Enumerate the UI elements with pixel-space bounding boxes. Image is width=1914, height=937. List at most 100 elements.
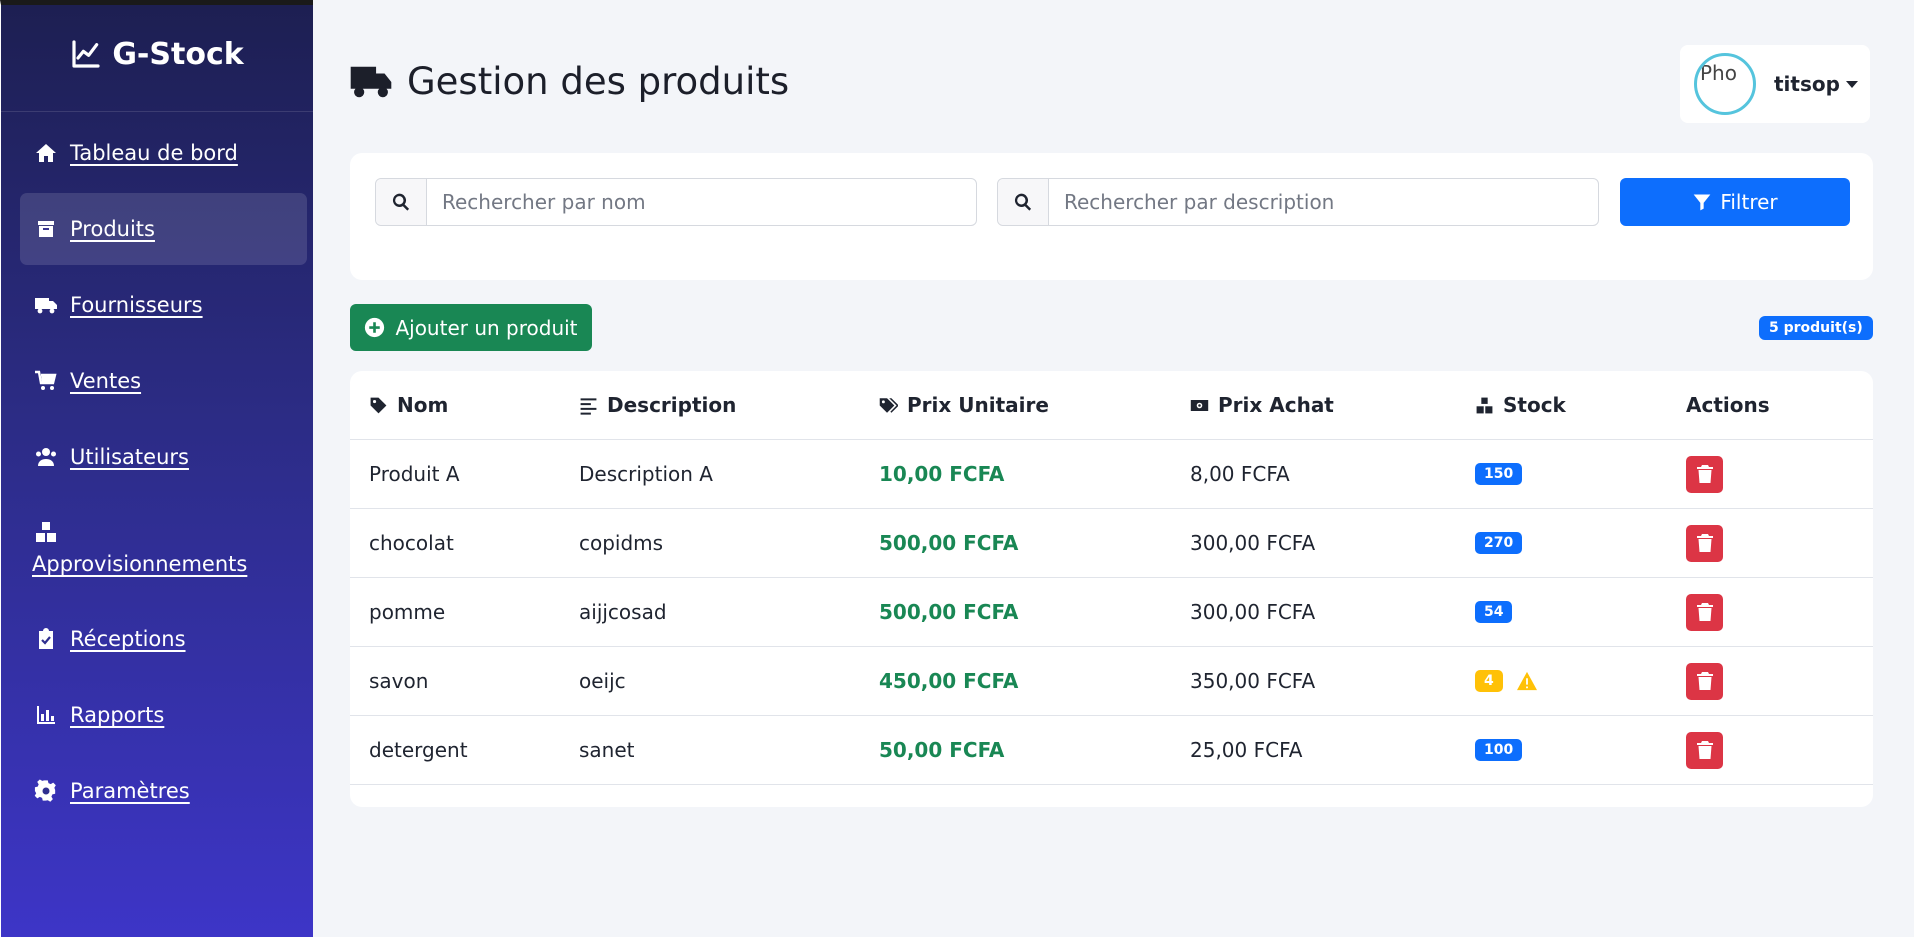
- column-header-actions: Actions: [1686, 393, 1866, 417]
- products-table: Nom Description Prix Unitaire Prix Achat…: [350, 371, 1873, 807]
- column-label: Stock: [1503, 393, 1566, 417]
- tag-icon: [370, 397, 387, 413]
- cell-prix-achat: 350,00 FCFA: [1190, 669, 1316, 693]
- add-product-label: Ajouter un produit: [395, 315, 578, 340]
- delete-button[interactable]: [1686, 455, 1723, 493]
- box-icon: [38, 221, 54, 237]
- delete-button[interactable]: [1686, 593, 1723, 631]
- stock-badge: 100: [1475, 739, 1523, 761]
- cell-description: oeijc: [579, 669, 626, 693]
- cell-prix-unitaire: 50,00 FCFA: [879, 738, 1005, 762]
- cell-description: aijjcosad: [579, 600, 667, 624]
- sidebar-item-label: Produits: [70, 217, 155, 241]
- warning-icon: [1516, 671, 1537, 691]
- column-header-prix-unitaire[interactable]: Prix Unitaire: [879, 393, 1190, 417]
- sidebar-item-label: Tableau de bord: [70, 141, 238, 165]
- cell-description: copidms: [579, 531, 664, 555]
- cell-stock: 270: [1475, 532, 1686, 554]
- description-search-group: [997, 178, 1599, 226]
- sidebar-item-produits[interactable]: Produits: [20, 193, 307, 265]
- column-header-nom[interactable]: Nom: [350, 393, 579, 417]
- add-product-button[interactable]: Ajouter un produit: [350, 304, 592, 351]
- cell-nom: pomme: [369, 600, 446, 624]
- cell-nom: detergent: [369, 738, 468, 762]
- delete-button[interactable]: [1686, 731, 1723, 769]
- delete-button[interactable]: [1686, 524, 1723, 562]
- delete-button[interactable]: [1686, 662, 1723, 700]
- tags-icon: [879, 397, 898, 413]
- line-chart-icon: [72, 40, 100, 68]
- table-row: chocolat copidms 500,00 FCFA 300,00 FCFA…: [350, 509, 1873, 578]
- trash-icon: [1696, 672, 1713, 690]
- cell-stock: 4: [1475, 670, 1686, 692]
- sidebar-item-label: Utilisateurs: [70, 445, 189, 469]
- name-search-group: [375, 178, 977, 226]
- cell-description: sanet: [579, 738, 635, 762]
- cell-actions: [1686, 455, 1866, 493]
- avatar[interactable]: Pho: [1694, 53, 1756, 115]
- cell-stock: 150: [1475, 463, 1686, 485]
- boxes-icon: [36, 522, 56, 542]
- align-left-icon: [580, 397, 597, 415]
- table-row: pomme aijjcosad 500,00 FCFA 300,00 FCFA …: [350, 578, 1873, 647]
- stock-badge: 4: [1475, 670, 1503, 692]
- cell-prix-achat: 300,00 FCFA: [1190, 531, 1316, 555]
- sidebar-item-approvisionnements[interactable]: Approvisionnements: [20, 497, 307, 599]
- stock-badge: 150: [1475, 463, 1523, 485]
- sidebar-item-ventes[interactable]: Ventes: [20, 345, 307, 417]
- column-header-prix-achat[interactable]: Prix Achat: [1190, 393, 1475, 417]
- sidebar-item-label: Paramètres: [70, 779, 190, 803]
- column-header-description[interactable]: Description: [579, 393, 879, 417]
- sidebar-item-label: Ventes: [70, 369, 142, 393]
- cell-description: Description A: [579, 462, 713, 486]
- filter-button[interactable]: Filtrer: [1620, 178, 1850, 226]
- column-label: Description: [607, 393, 737, 417]
- truck-icon: [35, 298, 57, 314]
- sidebar-item-parametres[interactable]: Paramètres: [20, 755, 307, 827]
- product-count-badge: 5 produit(s): [1759, 316, 1873, 340]
- search-icon: [376, 179, 427, 225]
- trash-icon: [1696, 534, 1713, 552]
- page-title: Gestion des produits: [349, 60, 789, 103]
- chart-icon: [37, 706, 55, 724]
- cell-prix-unitaire: 450,00 FCFA: [879, 669, 1019, 693]
- sidebar-item-label: Réceptions: [70, 627, 186, 651]
- plus-circle-icon: [365, 317, 385, 338]
- column-label: Prix Unitaire: [907, 393, 1049, 417]
- filter-card: Filtrer: [350, 153, 1873, 280]
- column-header-stock[interactable]: Stock: [1475, 393, 1686, 417]
- sidebar: G-Stock Tableau de bord Produits Fournis…: [0, 0, 313, 937]
- brand-name: G-Stock: [112, 36, 244, 72]
- home-icon: [36, 144, 56, 162]
- cart-icon: [35, 370, 57, 390]
- user-menu[interactable]: Pho titsop: [1680, 45, 1870, 123]
- filter-icon: [1693, 194, 1711, 211]
- cell-actions: [1686, 593, 1866, 631]
- table-row: savon oeijc 450,00 FCFA 350,00 FCFA 4: [350, 647, 1873, 716]
- cell-actions: [1686, 731, 1866, 769]
- name-search-input[interactable]: [427, 179, 976, 225]
- money-bill-icon: [1190, 399, 1209, 411]
- user-name: titsop: [1774, 72, 1840, 96]
- description-search-input[interactable]: [1049, 179, 1598, 225]
- gear-icon: [34, 779, 56, 802]
- cell-actions: [1686, 524, 1866, 562]
- sidebar-item-utilisateurs[interactable]: Utilisateurs: [20, 421, 307, 493]
- cell-actions: [1686, 662, 1866, 700]
- stock-badge: 270: [1475, 532, 1523, 554]
- sidebar-item-fournisseurs[interactable]: Fournisseurs: [20, 269, 307, 341]
- truck-icon: [350, 66, 392, 97]
- table-row: Produit A Description A 10,00 FCFA 8,00 …: [350, 440, 1873, 509]
- column-label: Actions: [1686, 393, 1770, 417]
- users-icon: [36, 448, 56, 466]
- sidebar-item-tableau-de-bord[interactable]: Tableau de bord: [20, 117, 307, 189]
- user-dropdown-toggle[interactable]: titsop: [1774, 72, 1858, 96]
- cell-nom: Produit A: [369, 462, 460, 486]
- sidebar-item-receptions[interactable]: Réceptions: [20, 603, 307, 675]
- page-title-text: Gestion des produits: [407, 60, 790, 103]
- sidebar-item-label: Fournisseurs: [70, 293, 203, 317]
- sidebar-item-rapports[interactable]: Rapports: [20, 679, 307, 751]
- brand[interactable]: G-Stock: [1, 5, 313, 112]
- table-row: detergent sanet 50,00 FCFA 25,00 FCFA 10…: [350, 716, 1873, 785]
- cell-prix-achat: 25,00 FCFA: [1190, 738, 1303, 762]
